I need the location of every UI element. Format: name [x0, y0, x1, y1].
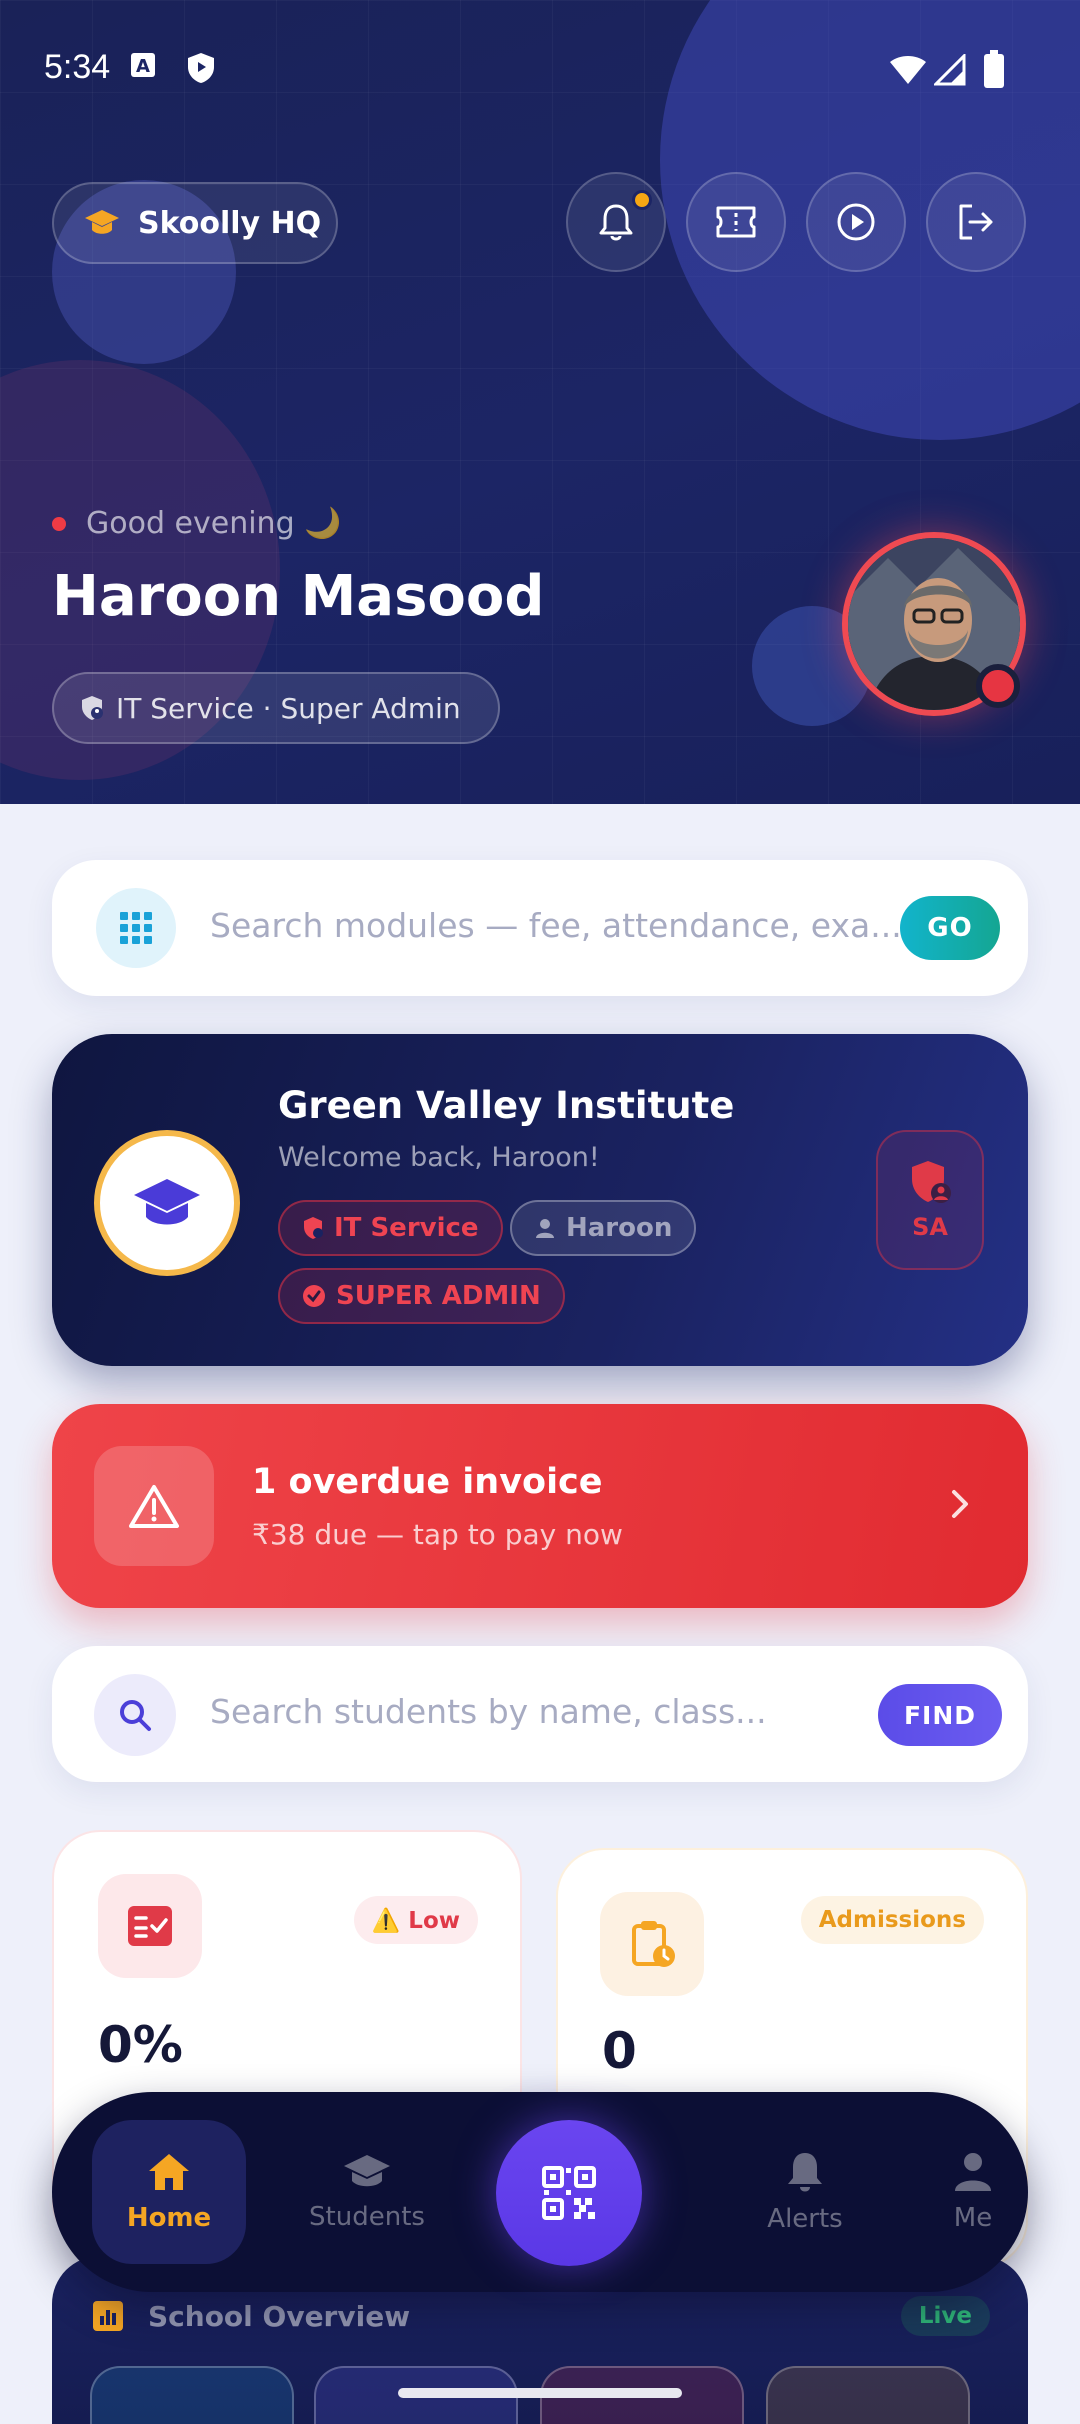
role-label: IT Service · Super Admin	[116, 691, 461, 725]
graduation-cap-icon	[344, 2155, 390, 2187]
nav-home-label: Home	[126, 2203, 212, 2233]
bell-icon	[788, 2153, 822, 2192]
clipboard-clock-icon	[632, 1921, 675, 1967]
user-icon	[536, 1219, 554, 1238]
shield-icon	[912, 1161, 951, 1203]
tag-user-label: Haroon	[566, 1213, 673, 1243]
clipboard-icon-wrap	[600, 1892, 704, 1996]
status-bar: 5:34 A	[0, 0, 1080, 140]
logout-icon	[959, 204, 993, 240]
nav-students[interactable]: Students	[290, 2120, 444, 2264]
nav-me-label: Me	[953, 2203, 993, 2233]
qr-scan-button[interactable]	[496, 2120, 642, 2266]
brand-chip[interactable]: Skoolly HQ	[52, 182, 338, 264]
super-admin-badge[interactable]: SA	[876, 1130, 984, 1270]
warning-icon	[129, 1485, 179, 1528]
student-search-input[interactable]: Search students by name, class...	[210, 1692, 767, 1731]
low-badge: ⚠️ Low	[353, 1896, 478, 1944]
search-icon	[120, 1700, 151, 1731]
home-indicator	[398, 2388, 682, 2398]
nav-alerts-label: Alerts	[767, 2204, 843, 2234]
welcome-text: Welcome back, Haroon!	[278, 1142, 600, 1173]
tag-role: SUPER ADMIN	[278, 1268, 565, 1324]
bell-icon	[599, 204, 633, 241]
svg-text:A: A	[136, 56, 150, 77]
greeting-text: Good evening 🌙	[86, 506, 342, 541]
school-card[interactable]: Green Valley Institute Welcome back, Har…	[52, 1034, 1028, 1366]
warning-icon-wrap	[94, 1446, 214, 1566]
alert-title: 1 overdue invoice	[252, 1462, 603, 1502]
role-chip: IT Service · Super Admin	[52, 672, 500, 744]
live-badge: Live	[900, 2296, 990, 2336]
notifications-button[interactable]	[566, 172, 666, 272]
user-icon	[955, 2153, 991, 2191]
shield-user-icon	[304, 1217, 323, 1239]
online-status-dot	[976, 664, 1020, 708]
ticket-icon	[716, 206, 756, 238]
alert-subtitle: ₹38 due — tap to pay now	[252, 1518, 623, 1551]
tickets-button[interactable]	[686, 172, 786, 272]
attendance-value: 0%	[98, 2016, 183, 2074]
user-name: Haroon Masood	[52, 564, 545, 629]
graduation-cap-icon	[134, 1179, 200, 1225]
nav-home[interactable]: Home	[92, 2120, 246, 2264]
logout-button[interactable]	[926, 172, 1026, 272]
overview-tile[interactable]	[766, 2366, 970, 2424]
play-icon	[837, 203, 875, 241]
admissions-value: 0	[602, 2022, 637, 2080]
nav-me[interactable]: Me	[896, 2120, 1050, 2264]
brand-name: Skoolly HQ	[138, 205, 322, 241]
notification-dot	[632, 190, 652, 210]
checklist-icon	[128, 1906, 172, 1946]
bar-chart-icon	[93, 2301, 123, 2331]
status-time: 5:34	[44, 48, 111, 86]
find-button[interactable]: FIND	[878, 1684, 1002, 1746]
shield-user-icon	[82, 696, 103, 720]
qr-icon	[542, 2166, 596, 2220]
grid-icon	[120, 912, 152, 944]
overview-tile[interactable]	[90, 2366, 294, 2424]
greeting-dot	[52, 516, 66, 531]
wifi-icon	[890, 56, 926, 84]
student-search-bar[interactable]: Search students by name, class... FIND	[52, 1646, 1028, 1782]
home-icon	[149, 2154, 189, 2190]
checklist-icon-wrap	[98, 1874, 202, 1978]
tag-user: Haroon	[510, 1200, 697, 1256]
keyboard-a-icon: A	[131, 53, 155, 77]
shield-status-icon	[188, 53, 214, 83]
verified-icon	[303, 1285, 325, 1307]
nav-alerts[interactable]: Alerts	[728, 2120, 882, 2264]
school-logo	[94, 1130, 240, 1276]
battery-icon	[984, 50, 1004, 88]
hero-header: 5:34 A Skoolly HQ Good evening 🌙 Haroon …	[0, 0, 1080, 804]
nav-students-label: Students	[309, 2202, 425, 2232]
chevron-right-icon	[952, 1490, 968, 1518]
overview-title: School Overview	[148, 2300, 411, 2333]
overdue-invoice-alert[interactable]: 1 overdue invoice ₹38 due — tap to pay n…	[52, 1404, 1028, 1608]
tag-department: IT Service	[278, 1200, 503, 1256]
tag-department-label: IT Service	[334, 1213, 479, 1243]
super-admin-badge-label: SA	[912, 1213, 948, 1241]
tag-role-label: SUPER ADMIN	[336, 1281, 541, 1311]
module-search-input[interactable]: Search modules — fee, attendance, exa...	[210, 906, 900, 945]
greeting: Good evening 🌙	[52, 506, 342, 541]
grid-icon-wrap	[96, 888, 176, 968]
signal-icon	[934, 54, 966, 86]
go-button[interactable]: GO	[900, 896, 1000, 960]
search-icon-wrap	[94, 1674, 176, 1756]
admissions-badge: Admissions	[800, 1896, 984, 1944]
graduation-cap-icon	[85, 210, 119, 234]
tutorial-play-button[interactable]	[806, 172, 906, 272]
school-name: Green Valley Institute	[278, 1084, 735, 1127]
module-search-bar[interactable]: Search modules — fee, attendance, exa...…	[52, 860, 1028, 996]
